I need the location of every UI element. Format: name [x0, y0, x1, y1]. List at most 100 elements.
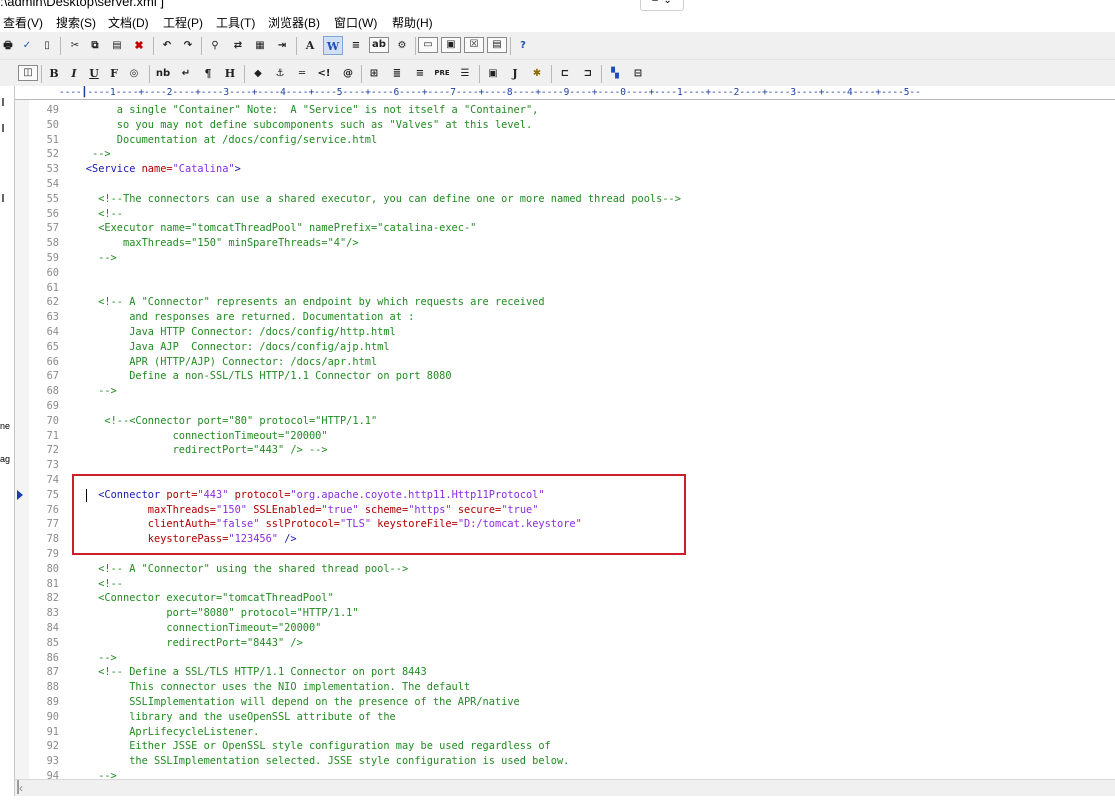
- code-line[interactable]: AprLifecycleListener.: [61, 725, 259, 740]
- word-wrap-icon[interactable]: W: [323, 36, 343, 55]
- code-line[interactable]: <!-- A "Connector" represents an endpoin…: [61, 295, 544, 310]
- help-icon[interactable]: ?: [513, 36, 533, 55]
- italic-button[interactable]: I: [64, 64, 84, 83]
- find-icon[interactable]: ⚲: [205, 36, 225, 55]
- code-line[interactable]: Java HTTP Connector: /docs/config/http.h…: [61, 325, 396, 340]
- code-line[interactable]: keystorePass="123456" />: [61, 532, 297, 547]
- code-line[interactable]: clientAuth="false" sslProtocol="TLS" key…: [61, 517, 582, 532]
- paste-icon[interactable]: ▤: [107, 36, 127, 55]
- paragraph-button[interactable]: ¶: [198, 64, 218, 83]
- code-line[interactable]: -->: [61, 251, 117, 266]
- cut-icon[interactable]: ✂: [65, 36, 85, 55]
- code-line[interactable]: APR (HTTP/AJP) Connector: /docs/apr.html: [61, 355, 377, 370]
- code-line[interactable]: redirectPort="8443" />: [61, 636, 302, 651]
- undo-icon[interactable]: ↶: [157, 36, 177, 55]
- code-line[interactable]: connectionTimeout="20000": [61, 621, 321, 636]
- font-button[interactable]: F: [104, 64, 124, 83]
- code-line[interactable]: <!-- A "Connector" using the shared thre…: [61, 562, 408, 577]
- redo-icon[interactable]: ↷: [178, 36, 198, 55]
- image-icon[interactable]: ◆: [248, 64, 268, 83]
- ordered-list-icon[interactable]: ☰: [455, 64, 475, 83]
- code-line[interactable]: maxThreads="150" SSLEnabled="true" schem…: [61, 503, 539, 518]
- code-line[interactable]: port="8080" protocol="HTTP/1.1": [61, 606, 358, 621]
- line-break-icon[interactable]: ↵: [176, 64, 196, 83]
- scroll-left-icon[interactable]: ‹: [19, 781, 23, 795]
- underline-button[interactable]: U: [84, 64, 104, 83]
- code-line[interactable]: This connector uses the NIO implementati…: [61, 680, 470, 695]
- code-editor[interactable]: ----┃----1----+----2----+----3----+----4…: [15, 86, 1115, 782]
- code-line[interactable]: <!--: [61, 207, 123, 222]
- code-line[interactable]: -->: [61, 651, 117, 666]
- form-icon[interactable]: ▣: [483, 64, 503, 83]
- preview-icon[interactable]: ▯: [37, 36, 57, 55]
- code-line[interactable]: -->: [61, 384, 117, 399]
- copy-icon[interactable]: ⧉: [85, 36, 105, 55]
- delete-icon[interactable]: ✖: [129, 36, 149, 55]
- hr-icon[interactable]: ═: [292, 64, 312, 83]
- code-line[interactable]: <!--<Connector port="80" protocol="HTTP/…: [61, 414, 377, 429]
- font-size-icon[interactable]: A: [300, 36, 320, 55]
- menu-view[interactable]: 查看(V): [3, 14, 43, 31]
- code-line[interactable]: -->: [61, 147, 111, 162]
- css-icon[interactable]: ✱: [527, 64, 547, 83]
- align-icon[interactable]: ≣: [387, 64, 407, 83]
- code-line[interactable]: the SSLImplementation selected. JSSE sty…: [61, 754, 569, 769]
- code-line[interactable]: Documentation at /docs/config/service.ht…: [61, 133, 377, 148]
- menu-tools[interactable]: 工具(T): [216, 14, 255, 31]
- code-line[interactable]: SSLImplementation will depend on the pre…: [61, 695, 520, 710]
- window-cascade-icon[interactable]: ▣: [441, 37, 461, 53]
- menu-help[interactable]: 帮助(H): [392, 14, 433, 31]
- code-line[interactable]: Define a non-SSL/TLS HTTP/1.1 Connector …: [61, 369, 451, 384]
- menu-browser[interactable]: 浏览器(B): [268, 14, 320, 31]
- print-icon[interactable]: 🖶: [0, 36, 18, 55]
- bold-button[interactable]: B: [44, 64, 64, 83]
- table-icon[interactable]: ⊞: [364, 64, 384, 83]
- code-line[interactable]: Either JSSE or OpenSSL style configurati…: [61, 739, 551, 754]
- frame-icon[interactable]: ⊏: [555, 64, 575, 83]
- list-icon[interactable]: ≡: [410, 64, 430, 83]
- color-icon[interactable]: ◎: [124, 64, 144, 83]
- code-line[interactable]: <Service name="Catalina">: [61, 162, 241, 177]
- menu-search[interactable]: 搜索(S): [56, 14, 96, 31]
- indent-icon[interactable]: ⇥: [272, 36, 292, 55]
- code-line[interactable]: connectionTimeout="20000": [61, 429, 328, 444]
- find-in-files-icon[interactable]: ▦: [250, 36, 270, 55]
- line-numbers-icon[interactable]: ≡: [346, 36, 366, 55]
- code-line[interactable]: maxThreads="150" minSpareThreads="4"/>: [61, 236, 359, 251]
- code-line[interactable]: a single "Container" Note: A "Service" i…: [61, 103, 539, 118]
- code-line[interactable]: <Connector port="443" protocol="org.apac…: [61, 488, 544, 503]
- bookmark-column[interactable]: [15, 100, 29, 779]
- code-line[interactable]: <Connector executor="tomcatThreadPool": [61, 591, 334, 606]
- code-line[interactable]: library and the useOpenSSL attribute of …: [61, 710, 396, 725]
- code-line[interactable]: -->: [61, 769, 117, 779]
- code-line[interactable]: <Executor name="tomcatThreadPool" namePr…: [61, 221, 476, 236]
- email-icon[interactable]: @: [338, 64, 358, 83]
- window-icon[interactable]: ▤: [487, 37, 507, 53]
- comment-icon[interactable]: <!: [314, 64, 334, 83]
- settings-icon[interactable]: ⚙: [392, 36, 412, 55]
- anchor-button[interactable]: ⚓: [270, 64, 290, 83]
- layout-icon[interactable]: ⊟: [628, 64, 648, 83]
- code-line[interactable]: <!-- Define a SSL/TLS HTTP/1.1 Connector…: [61, 665, 427, 680]
- spellcheck-icon[interactable]: ✓: [17, 36, 37, 55]
- code-line[interactable]: Java AJP Connector: /docs/config/ajp.htm…: [61, 340, 389, 355]
- nbsp-button[interactable]: nb: [153, 64, 173, 83]
- menu-project[interactable]: 工程(P): [163, 14, 203, 31]
- code-line[interactable]: and responses are returned. Documentatio…: [61, 310, 414, 325]
- frameset-icon[interactable]: ⊐: [578, 64, 598, 83]
- window-close-icon[interactable]: ☒: [464, 37, 484, 53]
- code-line[interactable]: <!--: [61, 577, 123, 592]
- code-content[interactable]: a single "Container" Note: A "Service" i…: [61, 100, 1115, 779]
- javascript-button[interactable]: J: [505, 64, 525, 83]
- replace-icon[interactable]: ⇄: [228, 36, 248, 55]
- window-tile-icon[interactable]: ▭: [418, 37, 438, 53]
- pre-button[interactable]: PRE: [432, 64, 452, 83]
- menu-document[interactable]: 文档(D): [108, 14, 149, 31]
- code-line[interactable]: <!--The connectors can use a shared exec…: [61, 192, 681, 207]
- code-line[interactable]: so you may not define subcomponents such…: [61, 118, 532, 133]
- code-line[interactable]: redirectPort="443" /> -->: [61, 443, 328, 458]
- heading-button[interactable]: H: [220, 64, 240, 83]
- browser-preview-icon[interactable]: ◫: [18, 65, 38, 81]
- case-icon[interactable]: ab: [369, 37, 389, 53]
- palette-icon[interactable]: ▚: [605, 64, 625, 83]
